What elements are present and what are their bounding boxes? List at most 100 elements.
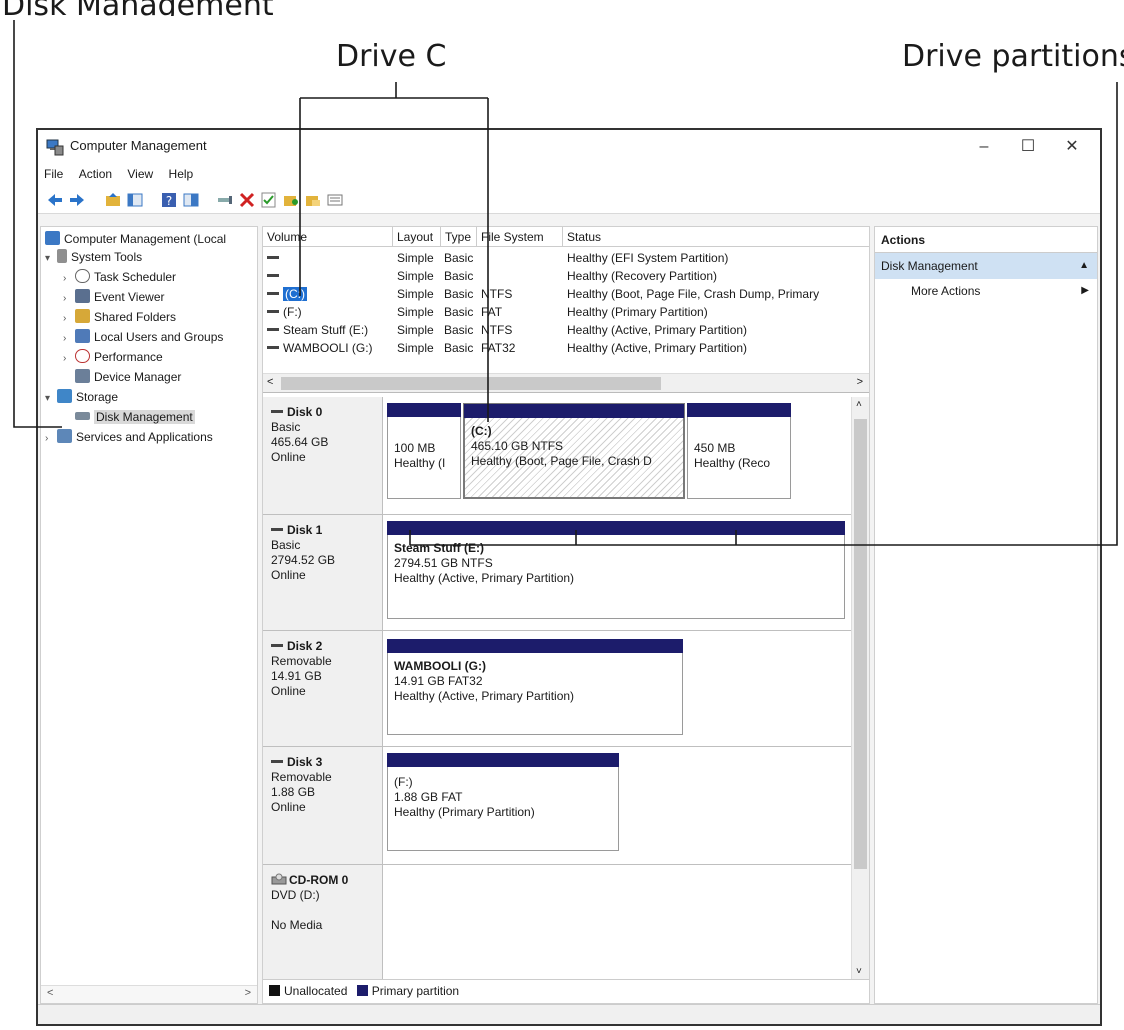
disk-management-pane: Volume Layout Type File System Status Si…: [262, 226, 870, 1004]
close-button[interactable]: ✕: [1052, 134, 1092, 160]
disk-vertical-scrollbar[interactable]: ˄ ˅: [851, 397, 869, 979]
partition-recovery[interactable]: 450 MB Healthy (Reco: [687, 403, 791, 499]
partition-steam-stuff[interactable]: Steam Stuff (E:) 2794.51 GB NTFS Healthy…: [387, 521, 845, 619]
partition-efi[interactable]: 100 MB Healthy (I: [387, 403, 461, 499]
volume-status: Healthy (Recovery Partition): [567, 269, 718, 283]
column-header-layout[interactable]: Layout: [393, 227, 441, 247]
chevron-right-icon[interactable]: ›: [63, 289, 75, 309]
column-header-type[interactable]: Type: [441, 227, 477, 247]
scrollbar-thumb[interactable]: [854, 419, 867, 869]
minimize-button[interactable]: –: [964, 134, 1004, 160]
tree-item-performance[interactable]: › Performance: [63, 347, 163, 367]
disk-name: Disk 0: [287, 405, 323, 419]
folder-open-icon[interactable]: [304, 191, 322, 209]
partition-label: Steam Stuff (E:): [394, 541, 484, 555]
volume-icon: [267, 256, 279, 259]
help-icon[interactable]: ?: [160, 191, 178, 209]
tree-item-disk-management[interactable]: Disk Management: [75, 407, 195, 427]
menu-file[interactable]: File: [38, 164, 69, 184]
volume-row[interactable]: Simple Basic Healthy (Recovery Partition…: [263, 267, 869, 285]
disk-name: CD-ROM 0: [289, 873, 349, 887]
chevron-right-icon[interactable]: ›: [63, 349, 75, 369]
volume-row[interactable]: (F:) Simple Basic FAT Healthy (Primary P…: [263, 303, 869, 321]
partition-c-drive[interactable]: (C:) 465.10 GB NTFS Healthy (Boot, Page …: [463, 403, 685, 499]
window-title: Computer Management: [70, 138, 207, 153]
volume-status: Healthy (Boot, Page File, Crash Dump, Pr…: [567, 287, 820, 301]
tree-horizontal-scrollbar[interactable]: < >: [41, 985, 257, 1003]
tree-item-label: System Tools: [71, 250, 143, 264]
event-viewer-icon: [75, 289, 90, 303]
volume-type: Basic: [444, 287, 474, 301]
computer-management-window: Computer Management – ☐ ✕ File Action Vi…: [36, 128, 1102, 1026]
connect-icon[interactable]: [216, 191, 234, 209]
volume-fs: FAT32: [481, 341, 516, 355]
services-icon: [57, 429, 72, 443]
check-icon[interactable]: [260, 191, 278, 209]
tree-item-event-viewer[interactable]: › Event Viewer: [63, 287, 164, 307]
tree-item-services-applications[interactable]: › Services and Applications: [45, 427, 213, 447]
chevron-down-icon[interactable]: ▾: [45, 389, 57, 409]
view-icon[interactable]: [326, 191, 344, 209]
show-hide-tree-icon[interactable]: [126, 191, 144, 209]
disk-info[interactable]: Disk 2 Removable 14.91 GB Online: [263, 631, 383, 746]
scrollbar-thumb[interactable]: [281, 377, 661, 390]
partition-wambooli[interactable]: WAMBOOLI (G:) 14.91 GB FAT32 Healthy (Ac…: [387, 639, 683, 735]
column-header-volume[interactable]: Volume: [263, 227, 393, 247]
scroll-left-arrow[interactable]: <: [267, 376, 273, 388]
forward-arrow-icon[interactable]: [68, 191, 86, 209]
delete-icon[interactable]: [238, 191, 256, 209]
scroll-up-arrow[interactable]: ˄: [856, 399, 862, 410]
volume-row[interactable]: Simple Basic Healthy (EFI System Partiti…: [263, 249, 869, 267]
partition-status: Healthy (Active, Primary Partition): [394, 689, 575, 703]
disk-info[interactable]: Disk 1 Basic 2794.52 GB Online: [263, 515, 383, 630]
disk-icon: [271, 528, 283, 531]
maximize-button[interactable]: ☐: [1008, 134, 1048, 160]
menu-action[interactable]: Action: [73, 164, 118, 184]
partition-f-drive[interactable]: (F:) 1.88 GB FAT Healthy (Primary Partit…: [387, 753, 619, 851]
scroll-right-arrow[interactable]: >: [857, 376, 863, 388]
chevron-right-icon[interactable]: ›: [63, 309, 75, 329]
partition-bar: [387, 753, 619, 767]
actions-section-disk-management[interactable]: Disk Management ▲: [875, 253, 1097, 279]
volume-row[interactable]: WAMBOOLI (G:) Simple Basic FAT32 Healthy…: [263, 339, 869, 357]
volume-icon: [267, 274, 279, 277]
volume-horizontal-scrollbar[interactable]: < >: [263, 373, 869, 393]
collapse-up-icon[interactable]: ▲: [1079, 253, 1089, 279]
menu-view[interactable]: View: [121, 164, 159, 184]
tree-item-computer-management[interactable]: Computer Management (Local: [45, 229, 226, 249]
disk-info[interactable]: Disk 3 Removable 1.88 GB Online: [263, 747, 383, 864]
more-actions-item[interactable]: More Actions ▶: [875, 279, 1097, 303]
scroll-left-arrow[interactable]: <: [47, 987, 53, 999]
back-arrow-icon[interactable]: [46, 191, 64, 209]
volume-name: WAMBOOLI (G:): [283, 341, 373, 355]
column-header-status[interactable]: Status: [563, 227, 869, 247]
tree-item-system-tools[interactable]: ▾ System Tools: [45, 247, 142, 267]
volume-row-c-drive[interactable]: (C:) Simple Basic NTFS Healthy (Boot, Pa…: [263, 285, 869, 303]
partition-label: (F:): [394, 775, 413, 789]
tree-item-device-manager[interactable]: Device Manager: [75, 367, 181, 387]
up-folder-icon[interactable]: [104, 191, 122, 209]
disk-size: 14.91 GB: [271, 669, 322, 683]
disk-info[interactable]: CD-ROM 0 DVD (D:) No Media: [263, 865, 383, 979]
disk-state: Online: [271, 568, 306, 582]
tree-item-local-users-groups[interactable]: › Local Users and Groups: [63, 327, 223, 347]
tree-item-label: Performance: [94, 350, 163, 364]
actions-header: Actions: [875, 227, 1097, 253]
tree-item-storage[interactable]: ▾ Storage: [45, 387, 118, 407]
folder-search-icon[interactable]: [282, 191, 300, 209]
scroll-down-arrow[interactable]: ˅: [856, 966, 862, 977]
column-header-file-system[interactable]: File System: [477, 227, 563, 247]
tree-item-label: Shared Folders: [94, 310, 177, 324]
storage-icon: [57, 389, 72, 403]
properties-pane-icon[interactable]: [182, 191, 200, 209]
tree-item-shared-folders[interactable]: › Shared Folders: [63, 307, 176, 327]
volume-row[interactable]: Steam Stuff (E:) Simple Basic NTFS Healt…: [263, 321, 869, 339]
scroll-right-arrow[interactable]: >: [245, 987, 251, 999]
menu-help[interactable]: Help: [163, 164, 200, 184]
chevron-right-icon[interactable]: ›: [63, 329, 75, 349]
chevron-down-icon[interactable]: ▾: [45, 249, 57, 269]
disk-info[interactable]: Disk 0 Basic 465.64 GB Online: [263, 397, 383, 514]
chevron-right-icon[interactable]: ›: [63, 269, 75, 289]
tree-item-task-scheduler[interactable]: › Task Scheduler: [63, 267, 176, 287]
chevron-right-icon[interactable]: ›: [45, 429, 57, 449]
